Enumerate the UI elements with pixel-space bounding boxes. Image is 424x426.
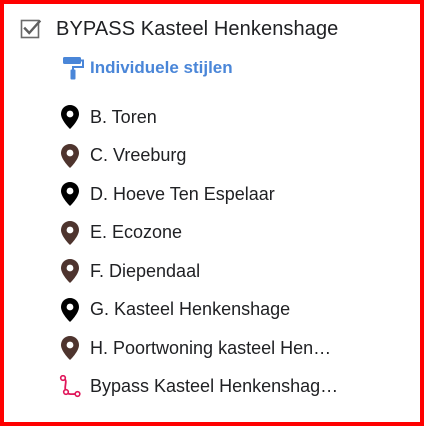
feature-label: F. Diependaal — [90, 260, 201, 281]
feature-item-f-diependaal[interactable]: F. Diependaal — [58, 252, 398, 291]
route-icon — [58, 372, 82, 402]
feature-item-g-kasteel-henkenshage[interactable]: G. Kasteel Henkenshage — [58, 291, 398, 330]
layer-header[interactable]: BYPASS Kasteel Henkenshage — [20, 14, 338, 44]
feature-item-b-toren[interactable]: B. Toren — [58, 98, 398, 137]
feature-item-d-hoeve-ten-espelaar[interactable]: D. Hoeve Ten Espelaar — [58, 175, 398, 214]
map-pin-icon — [58, 102, 82, 132]
feature-label: G. Kasteel Henkenshage — [90, 299, 291, 320]
individual-styles-label: Individuele stijlen — [90, 58, 233, 77]
individual-styles-link[interactable]: Individuele stijlen — [62, 55, 233, 81]
map-pin-icon — [58, 218, 82, 248]
map-pin-icon — [58, 179, 82, 209]
feature-label: C. Vreeburg — [90, 145, 187, 166]
feature-item-e-ecozone[interactable]: E. Ecozone — [58, 214, 398, 253]
feature-label: D. Hoeve Ten Espelaar — [90, 183, 275, 204]
map-pin-icon — [58, 295, 82, 325]
paint-roller-icon — [63, 57, 84, 80]
layer-title: BYPASS Kasteel Henkenshage — [56, 17, 339, 40]
map-pin-icon — [58, 256, 82, 286]
feature-label: H. Poortwoning kasteel Hen… — [90, 337, 332, 358]
feature-label: E. Ecozone — [90, 222, 183, 243]
feature-item-bypass-route[interactable]: Bypass Kasteel Henkenshag… — [58, 368, 398, 407]
feature-item-c-vreeburg[interactable]: C. Vreeburg — [58, 137, 398, 176]
feature-item-h-poortwoning[interactable]: H. Poortwoning kasteel Hen… — [58, 329, 398, 368]
feature-label: B. Toren — [90, 106, 157, 127]
map-pin-icon — [58, 141, 82, 171]
feature-label: Bypass Kasteel Henkenshag… — [90, 376, 339, 397]
checkbox-checked-icon — [20, 19, 42, 39]
map-pin-icon — [58, 333, 82, 363]
layer-visibility-checkbox[interactable] — [20, 18, 42, 40]
feature-list: B. Toren C. Vreeburg D. Hoeve Ten Espela… — [58, 98, 398, 406]
